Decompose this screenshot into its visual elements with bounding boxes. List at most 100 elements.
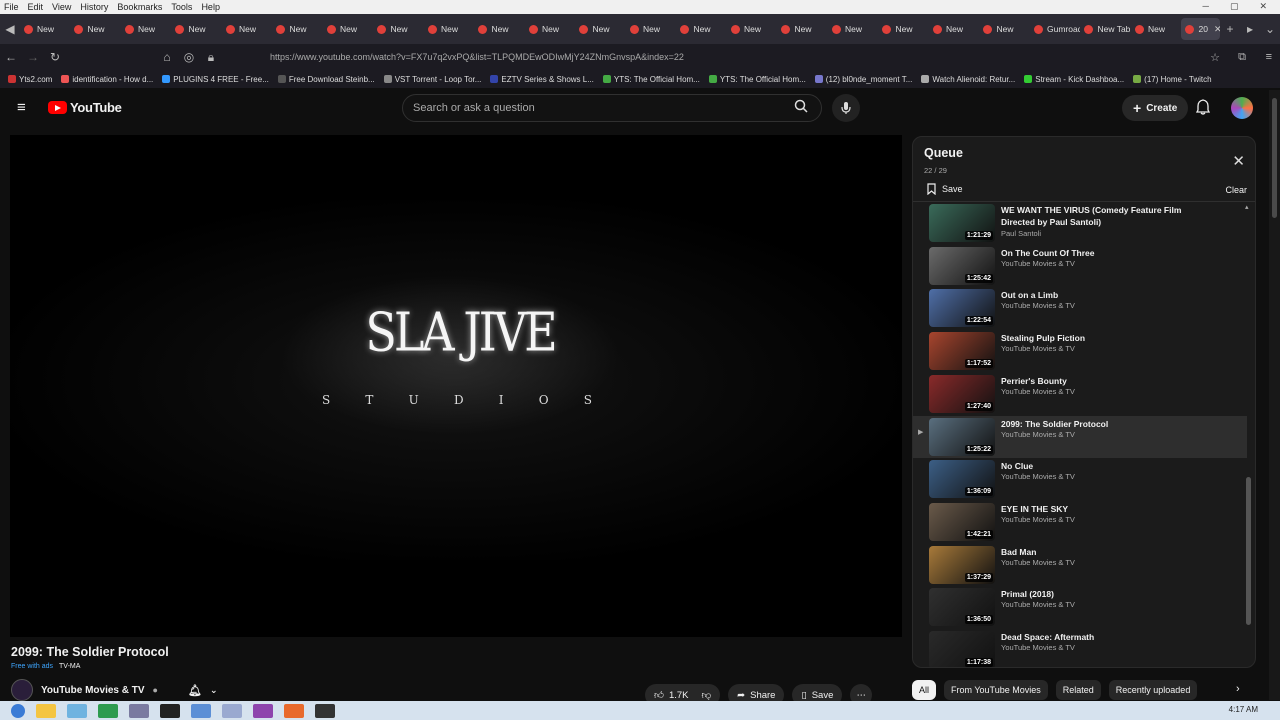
browser-tab[interactable]: New: [222, 18, 273, 40]
menu-edit[interactable]: Edit: [28, 2, 44, 12]
bookmark-star-icon[interactable]: ☆: [1210, 51, 1220, 64]
channel-name[interactable]: YouTube Movies & TV: [41, 685, 145, 696]
start-icon[interactable]: [11, 703, 25, 718]
taskbar-app-icon[interactable]: [315, 703, 335, 718]
notifications-bell-icon[interactable]: [1195, 99, 1211, 120]
browser-tab[interactable]: New: [1131, 18, 1182, 40]
microphone-icon[interactable]: [832, 94, 860, 122]
close-window-icon[interactable]: ✕: [1259, 1, 1267, 12]
browser-tab[interactable]: New: [575, 18, 626, 40]
menu-help[interactable]: Help: [201, 2, 220, 12]
page-scroll-thumb[interactable]: [1272, 98, 1277, 218]
avatar[interactable]: [1231, 97, 1253, 119]
taskbar-app-icon[interactable]: [253, 703, 273, 718]
queue-item[interactable]: 1:37:29 Bad Man YouTube Movies & TV: [913, 544, 1247, 586]
tab-list-icon[interactable]: ◀: [0, 22, 20, 36]
firefox-taskbar-icon[interactable]: [284, 703, 304, 718]
browser-tab[interactable]: New: [121, 18, 172, 40]
menu-view[interactable]: View: [52, 2, 71, 12]
queue-item[interactable]: 1:21:29 WE WANT THE VIRUS (Comedy Feature…: [913, 202, 1247, 244]
bookmark-item[interactable]: Free Download Steinb...: [277, 75, 375, 84]
subscribe-bell-icon[interactable]: 🔔︎: [188, 684, 202, 697]
bookmark-item[interactable]: VST Torrent - Loop Tor...: [383, 75, 481, 84]
home-icon[interactable]: ⌂: [156, 50, 178, 64]
app-menu-icon[interactable]: ≡: [1266, 51, 1272, 63]
menu-history[interactable]: History: [80, 2, 108, 12]
queue-item[interactable]: 1:22:54 Out on a Limb YouTube Movies & TV: [913, 287, 1247, 329]
browser-tab[interactable]: New: [373, 18, 424, 40]
browser-tab[interactable]: New: [878, 18, 929, 40]
queue-scroll-thumb[interactable]: [1246, 477, 1251, 625]
tab-menu-icon[interactable]: ⌄: [1260, 22, 1280, 36]
browser-tab[interactable]: New: [676, 18, 727, 40]
browser-tab[interactable]: New: [929, 18, 980, 40]
reload-icon[interactable]: ↻: [44, 50, 66, 64]
bookmark-item[interactable]: PLUGINS 4 FREE - Free...: [162, 75, 269, 84]
queue-item[interactable]: ▶ 1:25:22 2099: The Soldier Protocol YouTub…: [913, 415, 1247, 458]
new-tab-icon[interactable]: +: [1220, 22, 1240, 36]
taskbar-app-icon[interactable]: [160, 703, 180, 718]
scroll-up-icon[interactable]: ▴: [1245, 203, 1249, 211]
browser-tab[interactable]: New: [474, 18, 525, 40]
bookmark-item[interactable]: YTS: The Official Hom...: [708, 75, 806, 84]
browser-tab[interactable]: New: [171, 18, 222, 40]
channel-avatar[interactable]: [11, 679, 33, 701]
video-player[interactable]: SLA JIVE S T U D I O S: [10, 135, 902, 637]
address-bar[interactable]: https://www.youtube.com/watch?v=FX7u7q2v…: [178, 48, 1128, 66]
menu-file[interactable]: File: [4, 2, 19, 12]
browser-tab[interactable]: New: [828, 18, 879, 40]
taskbar-app-icon[interactable]: [191, 703, 211, 718]
tab-active[interactable]: 20 ✕: [1181, 18, 1221, 40]
taskbar-app-icon[interactable]: [36, 703, 56, 718]
browser-tab[interactable]: New: [777, 18, 828, 40]
browser-tab[interactable]: New: [323, 18, 374, 40]
browser-tab[interactable]: New: [727, 18, 778, 40]
tab-scroll-right-icon[interactable]: ▸: [1240, 22, 1260, 36]
chevron-right-icon[interactable]: ›: [1236, 683, 1240, 695]
search-input[interactable]: Search or ask a question: [402, 94, 822, 122]
queue-save-button[interactable]: Save: [927, 183, 963, 195]
forward-icon[interactable]: →: [22, 50, 44, 64]
browser-tab[interactable]: New: [20, 18, 71, 40]
extensions-icon[interactable]: ⧉: [1238, 51, 1246, 64]
taskbar-app-icon[interactable]: [98, 703, 118, 718]
search-icon[interactable]: [794, 99, 808, 116]
bookmark-item[interactable]: Yts2.com: [8, 75, 52, 84]
queue-item[interactable]: 1:36:09 No Clue YouTube Movies & TV: [913, 458, 1247, 500]
page-scrollbar[interactable]: [1269, 90, 1280, 700]
queue-item[interactable]: 1:25:42 On The Count Of Three YouTube Movi…: [913, 245, 1247, 287]
taskbar-app-icon[interactable]: [67, 703, 87, 718]
hamburger-menu-icon[interactable]: ≡: [17, 99, 26, 116]
bookmark-item[interactable]: EZTV Series & Shows L...: [490, 75, 594, 84]
queue-item[interactable]: 1:17:38 Dead Space: Aftermath YouTube Movi…: [913, 629, 1247, 667]
bookmark-item[interactable]: YTS: The Official Hom...: [602, 75, 700, 84]
browser-tab[interactable]: New: [626, 18, 677, 40]
browser-tab[interactable]: New: [525, 18, 576, 40]
filter-chip[interactable]: Related: [1055, 680, 1101, 700]
maximize-icon[interactable]: ▢: [1230, 1, 1239, 12]
queue-item[interactable]: 1:42:21 EYE IN THE SKY YouTube Movies & TV: [913, 501, 1247, 543]
youtube-logo[interactable]: YouTube: [48, 100, 122, 115]
queue-item[interactable]: 1:27:40 Perrier's Bounty YouTube Movies & …: [913, 373, 1247, 415]
thumbs-down-icon[interactable]: 👎︎: [701, 689, 711, 701]
browser-tab[interactable]: New: [70, 18, 121, 40]
close-icon[interactable]: ✕: [1232, 152, 1245, 170]
minimize-icon[interactable]: ─: [1203, 1, 1209, 12]
filter-chip[interactable]: Recently uploaded: [1108, 680, 1198, 700]
taskbar-app-icon[interactable]: [222, 703, 242, 718]
bookmark-item[interactable]: (17) Home - Twitch: [1133, 75, 1212, 84]
browser-tab[interactable]: Gumroad: [1030, 18, 1080, 40]
bookmark-item[interactable]: (12) bl0nde_moment T...: [814, 75, 912, 84]
chevron-down-icon[interactable]: ⌄: [210, 685, 218, 696]
create-button[interactable]: + Create: [1122, 95, 1189, 121]
menu-bookmarks[interactable]: Bookmarks: [117, 2, 162, 12]
queue-scrollbar[interactable]: ▴: [1245, 204, 1251, 659]
browser-tab[interactable]: New: [272, 18, 323, 40]
queue-item[interactable]: 1:36:50 Primal (2018) YouTube Movies & TV: [913, 586, 1247, 628]
browser-tab[interactable]: New Tab: [1080, 18, 1131, 40]
back-icon[interactable]: ←: [0, 50, 22, 64]
queue-clear-button[interactable]: Clear: [1225, 185, 1247, 195]
bookmark-item[interactable]: Stream - Kick Dashboa...: [1024, 75, 1124, 84]
taskbar-app-icon[interactable]: [129, 703, 149, 718]
filter-chip[interactable]: All: [912, 680, 937, 700]
